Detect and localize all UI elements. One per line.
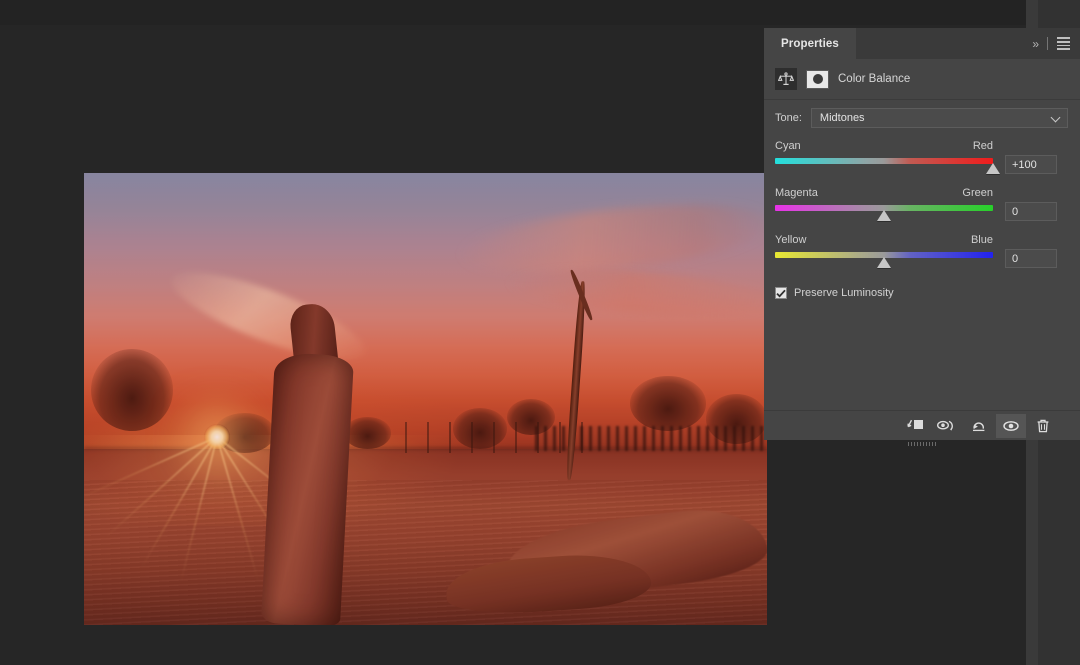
panel-resize-grip[interactable] — [908, 442, 936, 446]
tone-select-value: Midtones — [820, 112, 865, 124]
slider-gradient-cyan-red — [775, 158, 993, 164]
mask-dot — [813, 74, 823, 84]
photo-color-balance-tint — [84, 173, 767, 625]
slider-thumb-magenta-green[interactable] — [877, 210, 891, 221]
preserve-luminosity-label: Preserve Luminosity — [794, 287, 894, 299]
toggle-layer-visibility-icon[interactable] — [996, 414, 1026, 438]
slider-row-cyan-red: +100 — [775, 156, 1068, 176]
color-balance-scales-icon[interactable] — [775, 68, 797, 90]
properties-panel[interactable]: Properties » — [764, 28, 1080, 440]
slider-track-cyan-red[interactable] — [775, 156, 993, 176]
slider-thumb-yellow-blue[interactable] — [877, 257, 891, 268]
document-image[interactable] — [84, 173, 767, 625]
photoshop-window: Properties » — [0, 0, 1080, 665]
slider-thumb-cyan-red[interactable] — [986, 163, 1000, 174]
tab-properties[interactable]: Properties — [764, 28, 856, 59]
tone-label: Tone: — [775, 112, 802, 124]
panel-tab-bar[interactable]: Properties » — [764, 28, 1080, 59]
slider-right-label-green: Green — [962, 187, 993, 199]
tone-row: Tone: Midtones — [764, 100, 1080, 132]
color-sliders: Cyan Red +100 — [764, 132, 1080, 270]
slider-track-yellow-blue[interactable] — [775, 250, 993, 270]
slider-value-cyan-red[interactable]: +100 — [1005, 155, 1057, 174]
preserve-luminosity-checkbox[interactable] — [775, 287, 787, 299]
slider-row-magenta-green: 0 — [775, 203, 1068, 223]
adjustment-title: Color Balance — [838, 73, 910, 85]
slider-value-text-cyan-red: +100 — [1012, 159, 1037, 171]
slider-value-text-yellow-blue: 0 — [1012, 253, 1018, 265]
slider-group-yellow-blue: Yellow Blue 0 — [775, 234, 1068, 270]
slider-group-cyan-red: Cyan Red +100 — [775, 140, 1068, 176]
slider-labels-cyan-red: Cyan Red — [775, 140, 993, 152]
slider-left-label-cyan: Cyan — [775, 140, 801, 152]
preserve-luminosity-row[interactable]: Preserve Luminosity — [764, 281, 1080, 299]
slider-row-yellow-blue: 0 — [775, 250, 1068, 270]
checkmark-icon — [776, 289, 786, 298]
reset-adjustment-icon[interactable] — [964, 414, 994, 438]
panel-body: Color Balance Tone: Midtones Cyan Red — [764, 59, 1080, 440]
delete-adjustment-icon[interactable] — [1028, 414, 1058, 438]
slider-labels-magenta-green: Magenta Green — [775, 187, 993, 199]
slider-left-label-yellow: Yellow — [775, 234, 806, 246]
tab-properties-label: Properties — [781, 38, 839, 50]
adjustment-header: Color Balance — [764, 59, 1080, 99]
view-previous-state-icon[interactable] — [932, 414, 962, 438]
tab-bar-spacer — [856, 28, 1032, 59]
tone-select[interactable]: Midtones — [811, 108, 1068, 128]
layer-mask-thumbnail-icon[interactable] — [806, 70, 829, 89]
slider-value-text-magenta-green: 0 — [1012, 206, 1018, 218]
canvas-top-strip — [0, 0, 1026, 25]
chevron-down-icon — [1051, 113, 1061, 123]
slider-value-yellow-blue[interactable]: 0 — [1005, 249, 1057, 268]
slider-track-magenta-green[interactable] — [775, 203, 993, 223]
slider-left-label-magenta: Magenta — [775, 187, 818, 199]
slider-group-magenta-green: Magenta Green 0 — [775, 187, 1068, 223]
slider-right-label-red: Red — [973, 140, 993, 152]
panel-footer-toolbar — [764, 410, 1080, 440]
tab-separator — [1047, 37, 1048, 50]
panel-tab-controls: » — [1032, 28, 1080, 59]
clip-to-layer-icon[interactable] — [900, 414, 930, 438]
slider-labels-yellow-blue: Yellow Blue — [775, 234, 993, 246]
chevron-double-right-icon[interactable]: » — [1032, 37, 1038, 51]
photo-composite — [84, 173, 767, 625]
slider-value-magenta-green[interactable]: 0 — [1005, 202, 1057, 221]
slider-right-label-blue: Blue — [971, 234, 993, 246]
hamburger-menu-icon[interactable] — [1057, 37, 1070, 49]
